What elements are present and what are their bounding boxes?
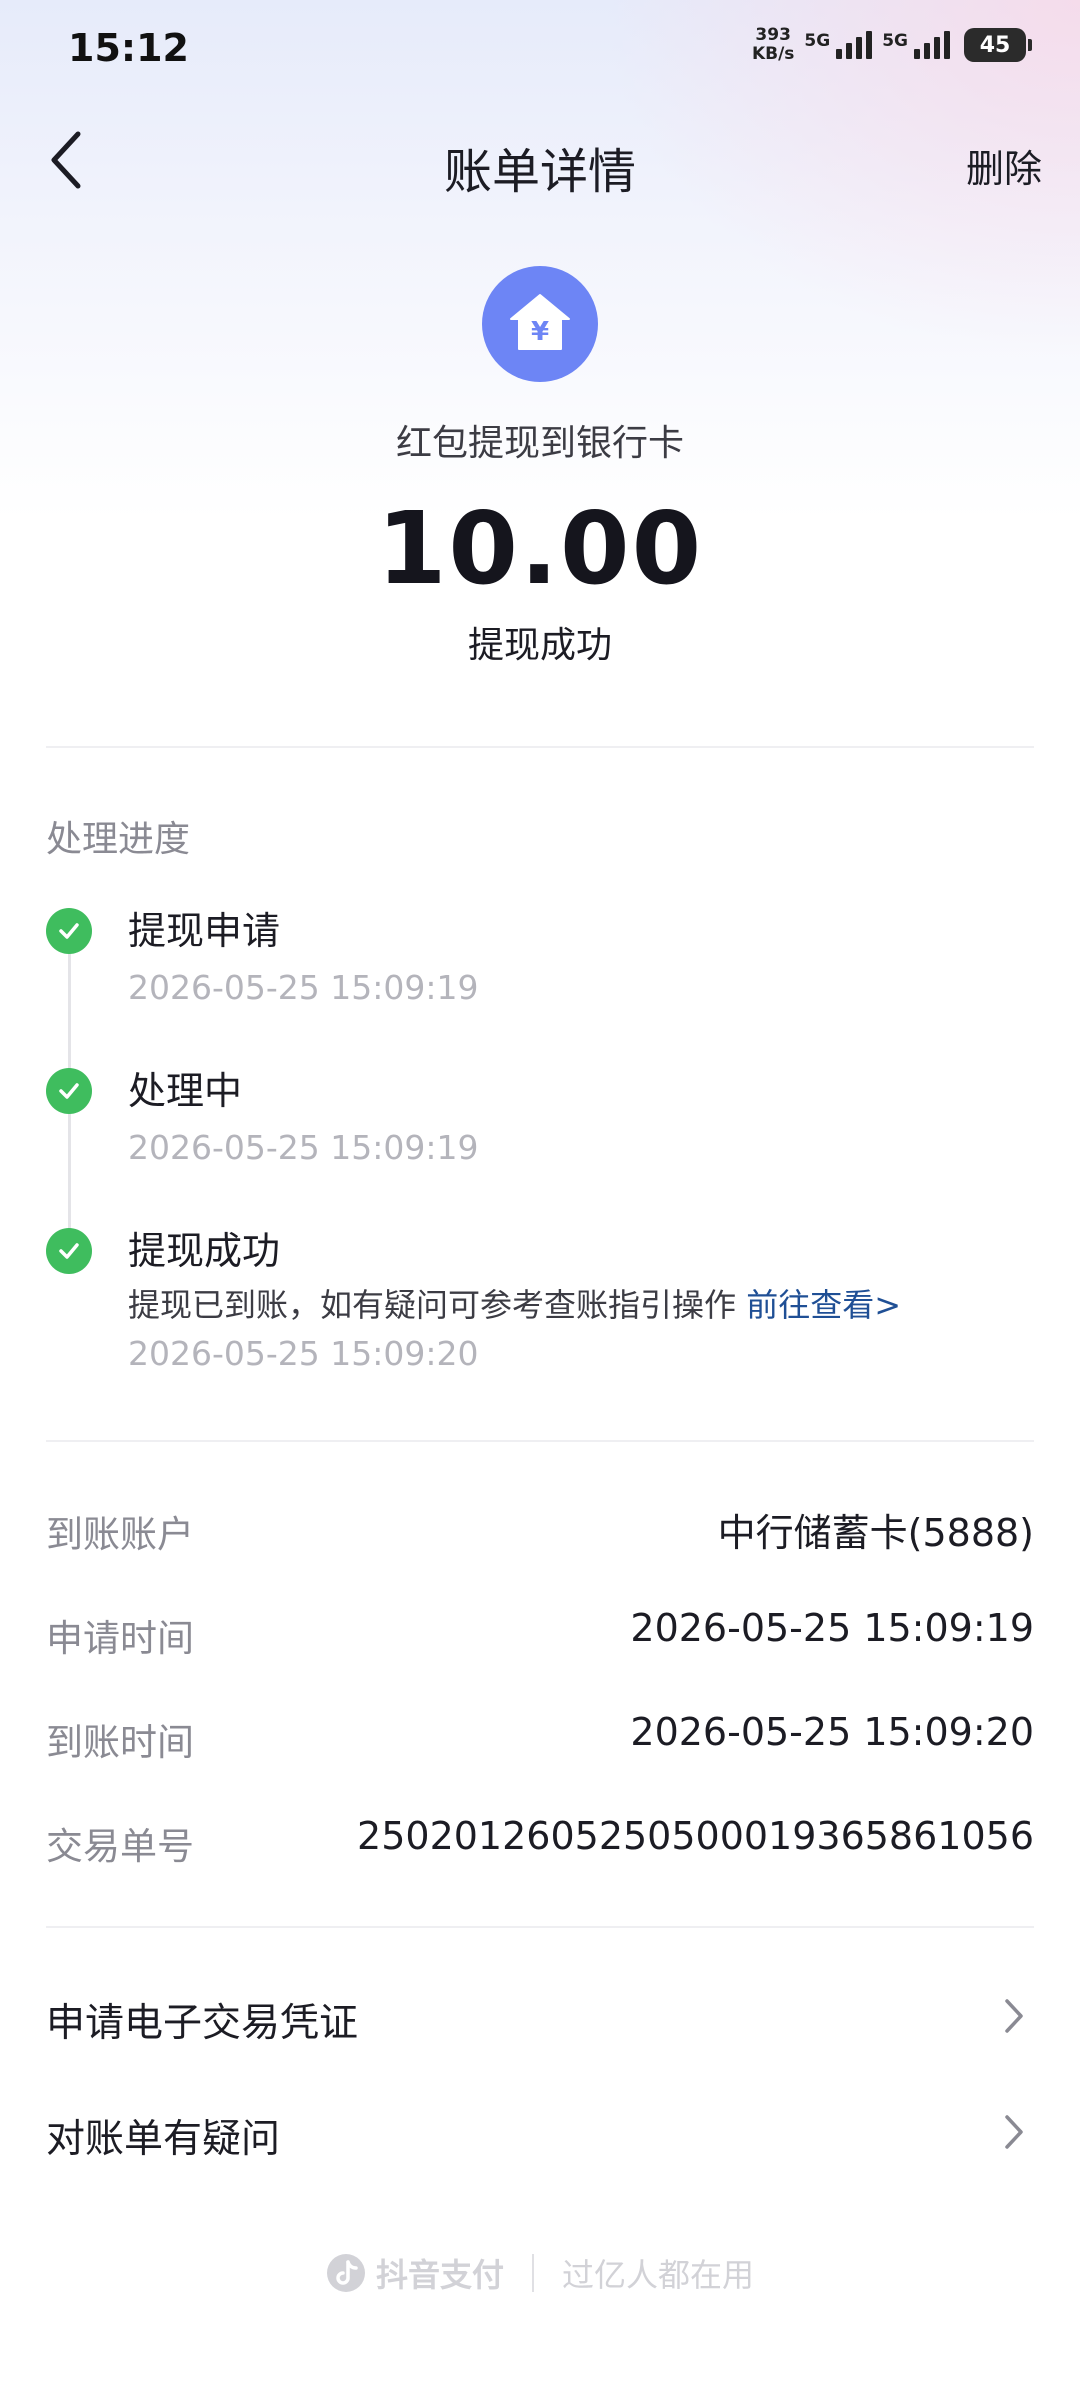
check-circle-icon [46,908,92,954]
network-speed: 393 KB/s [752,26,794,64]
status-time: 15:12 [68,26,189,70]
signal-icon: 5G [804,31,873,59]
footer: 抖音支付 过亿人都在用 [0,2250,1080,2296]
info-value: 2026-05-25 15:09:20 [630,1710,1034,1754]
battery-level: 45 [979,32,1011,58]
info-label: 到账账户 [46,1513,194,1556]
info-value: 中行储蓄卡(5888) [717,1511,1034,1555]
step-title: 提现成功 [128,1229,281,1273]
bill-detail-page: 15:12 393 KB/s 5G 5G 45 账单详情 删除 ¥ 红包提现到银… [0,0,1080,2400]
step-title: 提现申请 [128,909,281,953]
info-label: 申请时间 [46,1617,194,1660]
transaction-status: 提现成功 [467,625,612,666]
footer-brand-text: 抖音支付 [375,2256,504,2294]
info-row-transaction-id: 交易单号 2502012605250500019365861056 [46,1810,1034,1870]
action-label: 对账单有疑问 [46,2117,281,2162]
info-row-arrival-time: 到账时间 2026-05-25 15:09:20 [46,1706,1034,1766]
signal-icon: 5G [882,31,950,59]
info-label: 交易单号 [46,1825,194,1868]
check-circle-icon [46,1068,92,1114]
step-time: 2026-05-25 15:09:19 [128,968,479,1007]
house-yen-icon: ¥ [482,266,598,382]
apply-e-voucher-button[interactable]: 申请电子交易凭证 [46,1976,1034,2056]
progress-section-title: 处理进度 [46,819,191,860]
status-bar: 15:12 393 KB/s 5G 5G 45 [0,0,1080,100]
page-title: 账单详情 [443,144,636,200]
footer-brand: 抖音支付 [326,2250,504,2296]
step-time: 2026-05-25 15:09:19 [128,1128,479,1167]
step-description-text: 提现已到账，如有疑问可参考查账指引操作 [128,1286,737,1324]
battery-icon: 45 [964,28,1032,62]
status-indicators: 393 KB/s 5G 5G 45 [752,26,1032,64]
divider [46,1440,1034,1442]
transaction-amount: 10.00 [376,490,704,607]
divider [46,746,1034,748]
footer-slogan: 过亿人都在用 [562,2256,755,2294]
info-value[interactable]: 2502012605250500019365861056 [357,1814,1034,1858]
svg-text:¥: ¥ [531,317,549,347]
info-row-apply-time: 申请时间 2026-05-25 15:09:19 [46,1602,1034,1662]
step-time: 2026-05-25 15:09:20 [128,1334,479,1373]
info-label: 到账时间 [46,1721,194,1764]
check-circle-icon [46,1228,92,1274]
navigation-bar: 账单详情 删除 [0,118,1080,204]
network-speed-value: 393 [755,25,791,45]
view-guide-link[interactable]: 前往查看> [746,1286,901,1324]
douyin-logo-icon [326,2254,365,2292]
chevron-right-icon [994,1996,1034,2036]
step-title: 处理中 [128,1069,243,1113]
transaction-type: 红包提现到银行卡 [395,423,684,464]
info-value: 2026-05-25 15:09:19 [630,1606,1034,1650]
info-row-account: 到账账户 中行储蓄卡(5888) [46,1498,1034,1558]
signal-label: 5G [804,31,831,51]
chevron-right-icon [994,2112,1034,2152]
delete-button[interactable]: 删除 [966,138,1042,193]
signal-label: 5G [882,31,908,51]
bill-question-button[interactable]: 对账单有疑问 [46,2092,1034,2172]
action-label: 申请电子交易凭证 [46,2001,359,2046]
step-description: 提现已到账，如有疑问可参考查账指引操作 前往查看> [128,1280,901,1326]
footer-separator [532,2254,534,2292]
divider [46,1926,1034,1928]
network-speed-unit: KB/s [751,44,795,64]
